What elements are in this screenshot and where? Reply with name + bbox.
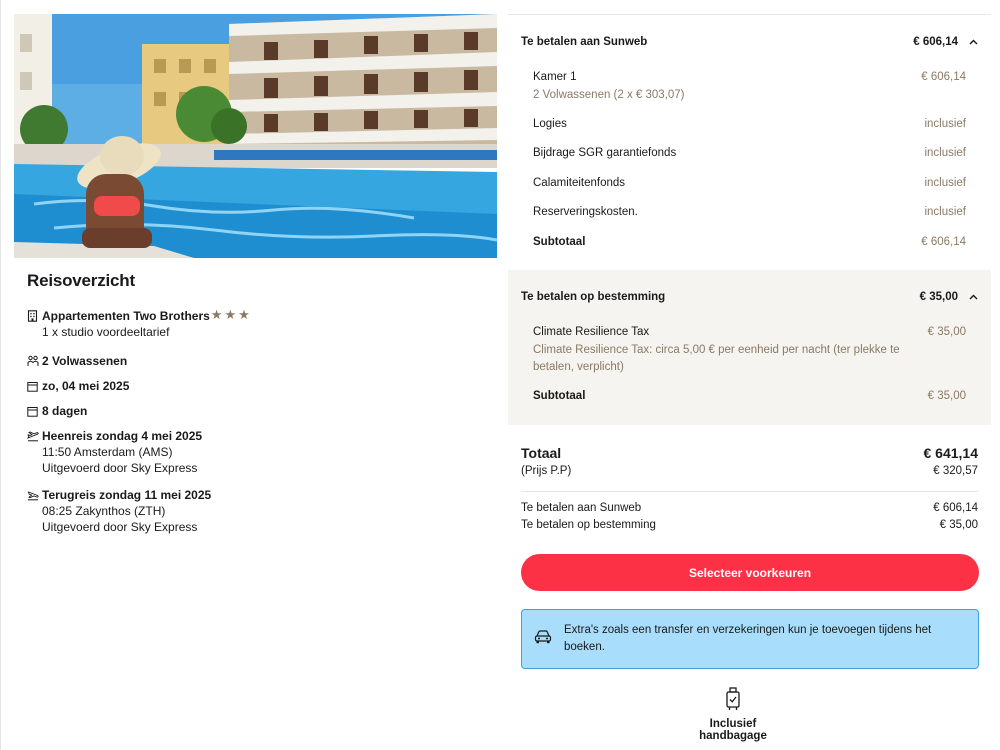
fee-line: Logies inclusief: [533, 118, 966, 130]
duration-section: 8 dagen: [27, 403, 487, 419]
select-preferences-button[interactable]: Selecteer voorkeuren: [521, 554, 979, 591]
extras-info-text: Extra's zoals een transfer en verzekerin…: [564, 622, 931, 656]
baggage-label: Inclusief handbagage: [699, 718, 767, 742]
price-breakdown-column: Te betalen aan Sunweb € 606,14 Kamer 1 €…: [508, 0, 1000, 750]
return-carrier: Uitgevoerd door Sky Express: [42, 520, 198, 534]
star-icon: ★: [210, 308, 223, 323]
total-label: Totaal: [521, 445, 562, 461]
room-line: Kamer 1 € 606,14: [533, 71, 966, 83]
pay-sunweb-amount: € 606,14: [933, 502, 978, 514]
fee-value: inclusief: [924, 206, 966, 218]
fee-line: Calamiteitenfonds inclusief: [533, 177, 966, 189]
price-pp-label: (Prijs P.P): [521, 465, 572, 477]
chevron-up-icon[interactable]: [968, 37, 978, 47]
tax-label: Climate Resilience Tax: [533, 326, 650, 338]
departure-date: zo, 04 mei 2025: [42, 379, 130, 393]
extras-info-line: Extra's zoals een transfer en verzekerin…: [564, 624, 932, 636]
destination-subtotal-line: Subtotaal € 35,00: [533, 390, 966, 402]
room-type: 1 x studio voordeeltarief: [42, 325, 170, 339]
fee-label: Logies: [533, 118, 567, 130]
room-label: Kamer 1: [533, 71, 577, 83]
hotel-stars: ★ ★ ★: [211, 308, 250, 323]
overview-title: Reisoverzicht: [27, 271, 135, 290]
outbound-title: Heenreis zondag 4 mei 2025: [42, 429, 203, 443]
top-divider: [508, 14, 991, 15]
total-row: Totaal € 641,14: [521, 445, 978, 461]
fee-label: Calamiteitenfonds: [533, 177, 626, 189]
calendar-icon: [27, 403, 42, 419]
subtotal-label: Subtotaal: [533, 390, 586, 402]
tax-amount: € 35,00: [927, 326, 966, 338]
trip-overview-column: Reisoverzicht Appartementen Two Brothers…: [0, 0, 508, 750]
destination-section-header[interactable]: Te betalen op bestemming € 35,00: [521, 288, 978, 306]
people-icon: [27, 353, 42, 369]
outbound-detail: 11:50 Amsterdam (AMS): [42, 445, 173, 459]
room-sub: 2 Volwassenen (2 x € 303,07): [533, 89, 685, 101]
fee-value: inclusief: [924, 177, 966, 189]
pay-destination-label: Te betalen op bestemming: [521, 519, 656, 531]
room-amount: € 606,14: [921, 71, 966, 83]
price-pp-row: (Prijs P.P) € 320,57: [521, 465, 978, 477]
destination-section-amount: € 35,00: [919, 291, 958, 303]
hotel-name[interactable]: Appartementen Two Brothers: [42, 308, 210, 324]
chevron-up-icon[interactable]: [968, 292, 978, 302]
extras-info-banner: Extra's zoals een transfer en verzekerin…: [521, 609, 979, 669]
fee-value: inclusief: [924, 147, 966, 159]
subtotal-amount: € 606,14: [921, 236, 966, 248]
fee-line: Bijdrage SGR garantiefonds inclusief: [533, 147, 966, 159]
hotel-photo: [14, 14, 497, 258]
hotel-section: Appartementen Two Brothers ★ ★ ★ 1 x stu…: [27, 308, 487, 340]
fee-line: Reserveringskosten. inclusief: [533, 206, 966, 218]
travelers-section: 2 Volwassenen: [27, 353, 487, 369]
price-pp-amount: € 320,57: [933, 465, 978, 477]
star-icon: ★: [224, 308, 237, 323]
return-flight-section: Terugreis zondag 11 mei 2025 08:25 Zakyn…: [27, 487, 487, 535]
tax-note-line: betalen, verplicht): [533, 361, 966, 373]
extras-info-line: boeken.: [564, 641, 605, 653]
trip-duration: 8 dagen: [42, 404, 88, 418]
fee-label: Reserveringskosten.: [533, 206, 638, 218]
sunweb-subtotal-line: Subtotaal € 606,14: [533, 236, 966, 248]
outbound-carrier: Uitgevoerd door Sky Express: [42, 461, 198, 475]
return-detail: 08:25 Zakynthos (ZTH): [42, 504, 166, 518]
totals-divider: [521, 491, 978, 492]
destination-section-label: Te betalen op bestemming: [521, 291, 666, 303]
tax-note: betalen, verplicht): [533, 361, 624, 373]
calendar-icon: [27, 378, 42, 394]
date-section: zo, 04 mei 2025: [27, 378, 487, 394]
pay-destination-row: Te betalen op bestemming € 35,00: [521, 519, 978, 531]
sunweb-section-header[interactable]: Te betalen aan Sunweb € 606,14: [521, 33, 978, 51]
plane-landing-icon: [27, 487, 42, 503]
pay-destination-amount: € 35,00: [939, 519, 978, 531]
sunweb-section-amount: € 606,14: [913, 36, 958, 48]
tax-note: Climate Resilience Tax: circa 5,00 € per…: [533, 344, 900, 356]
plane-takeoff-icon: [27, 428, 42, 444]
subtotal-label: Subtotaal: [533, 236, 586, 248]
pay-sunweb-label: Te betalen aan Sunweb: [521, 502, 642, 514]
return-title: Terugreis zondag 11 mei 2025: [42, 488, 212, 502]
sunweb-section-label: Te betalen aan Sunweb: [521, 36, 648, 48]
luggage-icon: [725, 687, 741, 715]
car-icon: [534, 629, 552, 649]
travelers-count: 2 Volwassenen: [42, 354, 128, 368]
total-amount: € 641,14: [923, 445, 979, 461]
tax-line: Climate Resilience Tax € 35,00: [533, 326, 966, 338]
pay-sunweb-row: Te betalen aan Sunweb € 606,14: [521, 502, 978, 514]
subtotal-amount: € 35,00: [927, 390, 966, 402]
fee-value: inclusief: [924, 118, 966, 130]
star-icon: ★: [238, 308, 250, 323]
fee-label: Bijdrage SGR garantiefonds: [533, 147, 677, 159]
baggage-info: Inclusief handbagage: [678, 687, 788, 742]
building-icon: [27, 308, 42, 324]
tax-note-line: Climate Resilience Tax: circa 5,00 € per…: [533, 344, 966, 356]
room-sub-line: 2 Volwassenen (2 x € 303,07): [533, 89, 966, 101]
outbound-flight-section: Heenreis zondag 4 mei 2025 11:50 Amsterd…: [27, 428, 487, 476]
